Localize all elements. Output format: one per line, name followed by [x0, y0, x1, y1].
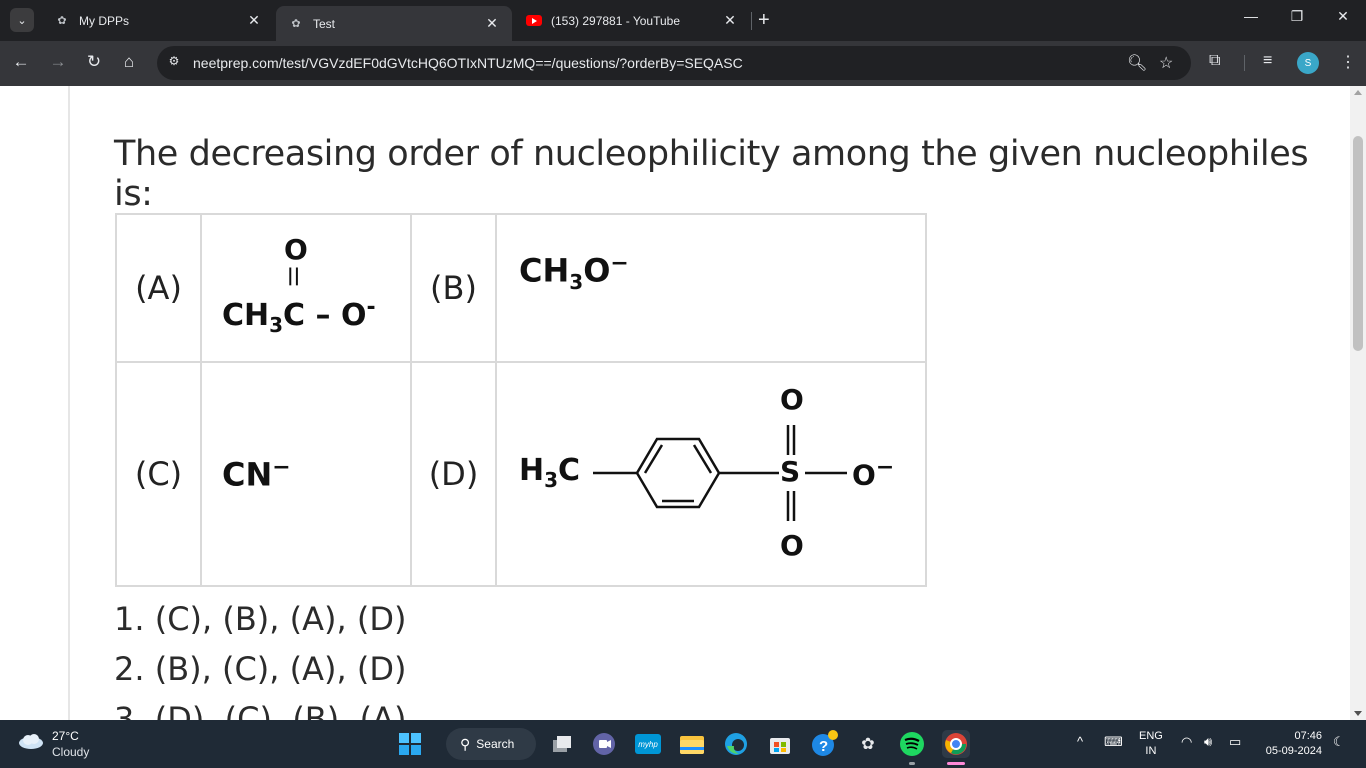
spotify-icon[interactable] — [898, 730, 926, 758]
show-hidden-icons[interactable]: ^ — [1077, 734, 1083, 749]
label-b: (B) — [410, 213, 497, 363]
edge-icon[interactable] — [722, 730, 750, 758]
option-1[interactable]: 1. (C), (B), (A), (D) — [114, 596, 406, 646]
notifications-icon[interactable]: ☾ — [1333, 734, 1345, 750]
chevron-down-icon: ⌄ — [17, 14, 27, 27]
close-tab-icon[interactable]: ✕ — [484, 15, 500, 32]
label-d: (D) — [410, 361, 497, 587]
formula-c: CN− — [200, 361, 412, 587]
zoom-icon[interactable]: 🔍︎ — [1127, 53, 1147, 73]
youtube-icon — [526, 13, 542, 29]
profile-avatar[interactable]: S — [1297, 52, 1319, 74]
chrome-icon[interactable] — [942, 730, 970, 758]
tab-separator — [751, 12, 752, 30]
keyboard-icon[interactable]: ⌨ — [1104, 734, 1123, 750]
question-text: The decreasing order of nucleophilicity … — [114, 134, 1309, 214]
weather-description[interactable]: Cloudy — [52, 745, 89, 759]
neetprep-icon: ✿ — [291, 18, 301, 30]
cyanide-formula: CN− — [222, 454, 291, 494]
myhp-icon[interactable]: myhp — [634, 730, 662, 758]
system-clock[interactable]: 07:46 05-09-2024 — [1256, 729, 1322, 759]
option-3[interactable]: 3. (D), (C), (B), (A) — [114, 696, 406, 720]
task-view-icon[interactable] — [548, 730, 576, 758]
tab-my-dpps[interactable]: ✿ My DPPs ✕ — [42, 6, 274, 35]
menu-kebab-icon[interactable]: ⋮ — [1340, 52, 1356, 72]
teams-chat-icon[interactable] — [590, 730, 618, 758]
toolbar-divider — [1244, 55, 1245, 71]
sulfonyl-oxygen-top: O — [780, 383, 804, 416]
benzene-ring — [635, 437, 721, 509]
ring-double-bond-1 — [643, 444, 664, 474]
windows-start-icon[interactable] — [396, 730, 424, 758]
double-bond: || — [287, 265, 301, 286]
sulfur-atom: S — [780, 455, 801, 488]
microsoft-store-icon[interactable] — [766, 730, 794, 758]
new-tab-button[interactable]: + — [758, 10, 770, 30]
scroll-up-arrow[interactable] — [1354, 90, 1362, 95]
acetate-formula: CH3C – O- — [222, 295, 376, 337]
home-button[interactable]: ⌂ — [118, 52, 140, 72]
get-help-icon[interactable]: ? — [810, 730, 838, 758]
scroll-thumb[interactable] — [1353, 136, 1363, 351]
anionic-oxygen: O− — [852, 455, 895, 492]
tab-title: My DPPs — [79, 13, 130, 28]
search-icon: ⚲ — [460, 735, 471, 752]
language-indicator[interactable]: ENG IN — [1139, 729, 1163, 759]
restore-button[interactable]: ❐ — [1282, 8, 1312, 25]
scroll-down-arrow[interactable] — [1354, 711, 1362, 716]
bookmark-star-icon[interactable]: ☆ — [1159, 53, 1173, 73]
tab-search-button[interactable]: ⌄ — [10, 8, 34, 32]
media-control-icon[interactable]: ≡ — [1263, 52, 1272, 70]
tab-title: (153) 297881 - YouTube — [551, 13, 680, 28]
reload-button[interactable]: ↻ — [83, 52, 105, 72]
close-tab-icon[interactable]: ✕ — [246, 12, 262, 29]
page-content: The decreasing order of nucleophilicity … — [0, 86, 1350, 720]
neetprep-icon: ✿ — [57, 15, 67, 27]
wifi-icon[interactable]: ◠ — [1181, 734, 1192, 750]
sulfonyl-oxygen-bottom: O — [780, 529, 804, 562]
svg-text:?: ? — [819, 738, 828, 755]
option-2[interactable]: 2. (B), (C), (A), (D) — [114, 646, 406, 696]
url-text[interactable]: neetprep.com/test/VGVzdEF0dGVtcHQ6OTIxNT… — [193, 55, 743, 71]
file-explorer-icon[interactable] — [678, 730, 706, 758]
search-label: Search — [476, 737, 515, 751]
ring-double-bond-2 — [692, 444, 713, 474]
active-indicator — [947, 762, 965, 765]
neetprep-app-icon[interactable]: ✿ — [854, 730, 882, 758]
formula-d: H3C O S O O− — [495, 361, 927, 587]
answer-options: 1. (C), (B), (A), (D) 2. (B), (C), (A), … — [114, 596, 406, 720]
cloud-icon — [19, 734, 43, 749]
formula-b: CH3O− — [495, 213, 927, 363]
weather-temperature[interactable]: 27°C — [52, 729, 79, 743]
volume-icon[interactable]: 🔊︎ — [1204, 734, 1212, 750]
nucleophiles-table: (A) O || CH3C – O- (B) CH3O− (C) CN− (D)… — [115, 213, 927, 587]
forward-button[interactable]: → — [47, 52, 69, 72]
label-c: (C) — [115, 361, 202, 587]
extensions-icon[interactable]: ⧉ — [1209, 52, 1220, 70]
minimize-button[interactable]: — — [1236, 8, 1266, 24]
tab-youtube[interactable]: (153) 297881 - YouTube ✕ — [514, 6, 750, 35]
tab-test[interactable]: ✿ Test ✕ — [276, 6, 512, 41]
running-indicator — [909, 762, 915, 765]
page-scrollbar[interactable] — [1350, 86, 1366, 720]
content-border — [68, 86, 70, 720]
taskbar-search[interactable]: ⚲ Search — [446, 728, 536, 760]
battery-icon[interactable]: ▭ — [1229, 734, 1241, 750]
back-button[interactable]: ← — [10, 52, 32, 72]
close-tab-icon[interactable]: ✕ — [722, 12, 738, 29]
tab-title: Test — [313, 16, 336, 31]
tab-strip: ⌄ ✿ My DPPs ✕ ✿ Test ✕ (153) 297881 - Yo… — [0, 0, 1366, 41]
carbonyl-oxygen: O — [284, 233, 308, 266]
address-bar[interactable]: ⚙ neetprep.com/test/VGVzdEF0dGVtcHQ6OTIx… — [157, 46, 1191, 80]
formula-a: O || CH3C – O- — [200, 213, 412, 363]
site-info-icon[interactable]: ⚙ — [165, 54, 183, 72]
browser-toolbar: ← → ↻ ⌂ ⚙ neetprep.com/test/VGVzdEF0dGVt… — [0, 41, 1366, 86]
windows-taskbar: 27°C Cloudy ⚲ Search myhp ? ✿ ^ ⌨ ENG IN — [0, 720, 1366, 768]
methoxide-formula: CH3O− — [519, 251, 629, 295]
close-window-button[interactable]: ✕ — [1328, 8, 1358, 25]
label-a: (A) — [115, 213, 202, 363]
